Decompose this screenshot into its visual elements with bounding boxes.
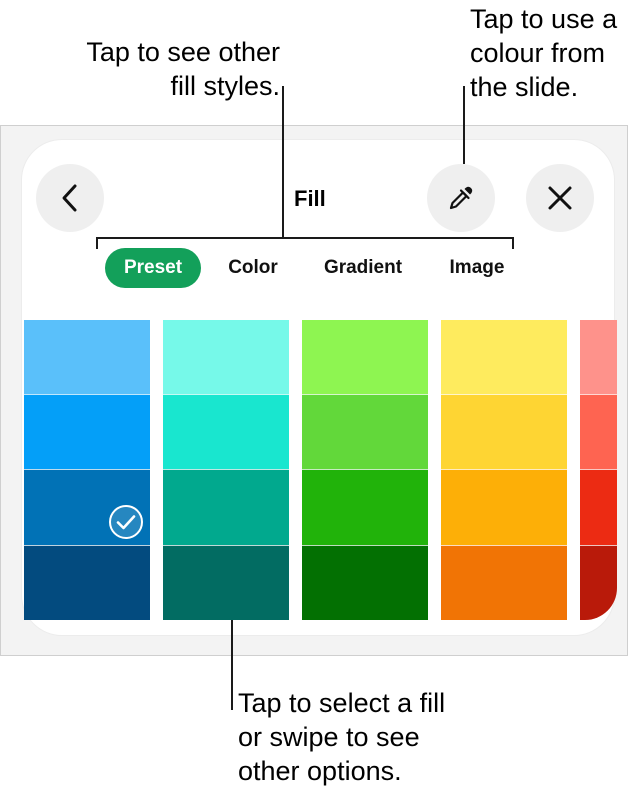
tab-preset[interactable]: Preset [105, 248, 201, 288]
swatch-column-green[interactable] [302, 320, 428, 620]
callout-bracket-left [96, 237, 98, 249]
tab-color[interactable]: Color [214, 248, 292, 288]
callout-line: Tap to use a [470, 4, 618, 34]
swatch-column-teal[interactable] [163, 320, 289, 620]
swatch-yellow-1[interactable] [441, 320, 567, 394]
swatch-column-yellow[interactable] [441, 320, 567, 620]
callout-line: or swipe to see [238, 722, 420, 752]
callout-line: colour from [470, 38, 606, 68]
swatch-teal-3[interactable] [163, 469, 289, 545]
callout-select-fill: Tap to select a fill or swipe to see oth… [238, 686, 498, 788]
swatch-yellow-2[interactable] [441, 394, 567, 469]
back-button[interactable] [36, 164, 104, 232]
callout-line-select-fill [231, 620, 233, 710]
swatch-red-3[interactable] [580, 469, 617, 545]
swatch-column-blue[interactable] [24, 320, 150, 620]
callout-line: Tap to select a fill [238, 688, 446, 718]
popover-title: Fill [294, 186, 326, 211]
swatch-red-1[interactable] [580, 320, 617, 394]
swatch-green-1[interactable] [302, 320, 428, 394]
callout-bracket-right [512, 237, 514, 249]
swatch-red-4[interactable] [580, 545, 617, 620]
swatch-yellow-4[interactable] [441, 545, 567, 620]
swatch-teal-1[interactable] [163, 320, 289, 394]
eyedropper-button[interactable] [427, 164, 495, 232]
eyedropper-icon [449, 186, 473, 210]
swatch-blue-1[interactable] [24, 320, 150, 394]
swatch-green-4[interactable] [302, 545, 428, 620]
swatch-column-red[interactable] [580, 320, 617, 620]
swatch-blue-2[interactable] [24, 394, 150, 469]
callout-line-eyedropper [463, 86, 465, 164]
callout-line-fill-styles [282, 86, 284, 238]
swatch-green-2[interactable] [302, 394, 428, 469]
swatch-yellow-3[interactable] [441, 469, 567, 545]
callout-fill-styles: Tap to see other fill styles. [68, 35, 280, 103]
checkmark-icon [109, 505, 143, 539]
tab-image[interactable]: Image [434, 248, 520, 288]
swatch-teal-4[interactable] [163, 545, 289, 620]
swatch-blue-3[interactable] [24, 469, 150, 545]
swatch-teal-2[interactable] [163, 394, 289, 469]
swatch-green-3[interactable] [302, 469, 428, 545]
tab-gradient[interactable]: Gradient [306, 248, 420, 288]
swatch-red-2[interactable] [580, 394, 617, 469]
callout-line: other options. [238, 756, 402, 786]
callout-line: fill styles. [170, 71, 280, 101]
callout-line: the slide. [470, 72, 579, 102]
close-button[interactable] [526, 164, 594, 232]
callout-line: Tap to see other [86, 37, 280, 67]
swatch-blue-4[interactable] [24, 545, 150, 620]
chevron-left-icon [62, 184, 77, 212]
callout-eyedropper: Tap to use a colour from the slide. [470, 2, 635, 104]
close-icon [548, 186, 572, 210]
callout-bracket-horizontal [96, 237, 514, 239]
